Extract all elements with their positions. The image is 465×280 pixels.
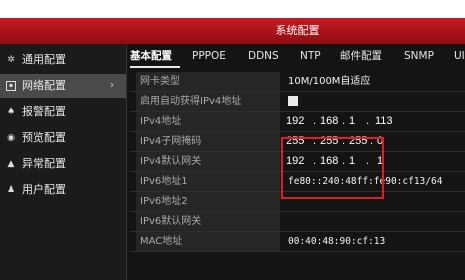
nic-type-label: 网卡类型 [136,72,280,91]
sidebar: ✲ 通用配置 ▪ 网络配置 › ♠ 报警配置 ◉ 预览配置 ▲ 异常配置 ♟ 用… [0,44,127,280]
tab-ddns[interactable]: DDNS [248,46,279,66]
title-bar: 系统配置 [0,18,465,44]
ipv4-address-octet-1[interactable]: 192 [286,112,304,131]
ipv4-gateway-label: IPv4默认网关 [136,152,280,171]
chevron-right-icon: › [110,80,114,91]
row-mac: MAC地址 00:40:48:90:cf:13 [130,232,465,252]
sidebar-item-label: 预览配置 [22,131,66,144]
row-ipv6-gateway: IPv6默认网关 [130,212,465,232]
network-icon: ▪ [6,81,16,91]
mac-label: MAC地址 [136,232,280,251]
eye-icon: ◉ [7,133,15,143]
sidebar-item-label: 网络配置 [22,79,66,92]
row-dhcp: 启用自动获得IPv4地址 [130,92,465,112]
ipv6-gateway-value [282,212,465,231]
ipv6-gateway-label: IPv6默认网关 [136,212,280,231]
ipv4-address-dot: . [313,115,317,127]
mac-value: 00:40:48:90:cf:13 [288,236,386,247]
nic-type-value[interactable]: 10M/100M自适应 [282,72,465,91]
ipv4-address-dot: . [342,115,346,127]
ipv4-mask-label: IPv4子网掩码 [136,132,280,151]
tab-basic[interactable]: 基本配置 [130,46,172,66]
row-ipv4-address: IPv4地址 192 . 168 . 1 . 113 [130,112,465,132]
sidebar-item-alarm[interactable]: ♠ 报警配置 [0,100,126,124]
sidebar-item-label: 通用配置 [22,53,66,66]
row-nic-type: 网卡类型 10M/100M自适应 [130,72,465,92]
ipv6-address2-label: IPv6地址2 [136,192,280,211]
tab-email[interactable]: 邮件配置 [340,46,382,66]
sidebar-item-general[interactable]: ✲ 通用配置 [0,48,126,72]
tab-pppoe[interactable]: PPPOE [192,46,226,66]
sidebar-item-user[interactable]: ♟ 用户配置 [0,178,126,202]
window-title: 系统配置 [275,24,320,37]
ipv4-address-label: IPv4地址 [136,112,280,131]
sidebar-item-label: 报警配置 [22,105,66,118]
alarm-icon: ♠ [6,107,16,117]
sidebar-item-label: 用户配置 [22,183,66,196]
sidebar-item-network[interactable]: ▪ 网络配置 › [0,74,126,98]
tab-more[interactable]: UI [454,46,465,66]
ipv4-highlight-box [281,137,384,199]
sidebar-item-label: 异常配置 [22,157,66,170]
sidebar-item-preview[interactable]: ◉ 预览配置 [0,126,126,150]
warning-icon: ▲ [7,159,15,169]
config-window: 系统配置 ✲ 通用配置 ▪ 网络配置 › ♠ 报警配置 ◉ 预览配置 ▲ 异常配… [0,18,465,280]
active-tab-indicator [130,66,180,68]
ipv4-address-dot: . [366,115,370,127]
dhcp-checkbox[interactable] [288,96,298,106]
ipv4-address-octet-2[interactable]: 168 [320,112,338,131]
ipv6-address1-label: IPv6地址1 [136,172,280,191]
user-icon: ♟ [6,185,16,195]
dhcp-label: 启用自动获得IPv4地址 [136,92,280,111]
ipv4-address-octet-3[interactable]: 1 [349,112,355,131]
gear-icon: ✲ [7,55,15,65]
tab-snmp[interactable]: SNMP [404,46,434,66]
ipv4-address-octet-4[interactable]: 113 [375,112,393,131]
tab-ntp[interactable]: NTP [300,46,321,66]
sidebar-item-exception[interactable]: ▲ 异常配置 [0,152,126,176]
tab-bar: 基本配置 PPPOE DDNS NTP 邮件配置 SNMP UI [128,46,465,68]
